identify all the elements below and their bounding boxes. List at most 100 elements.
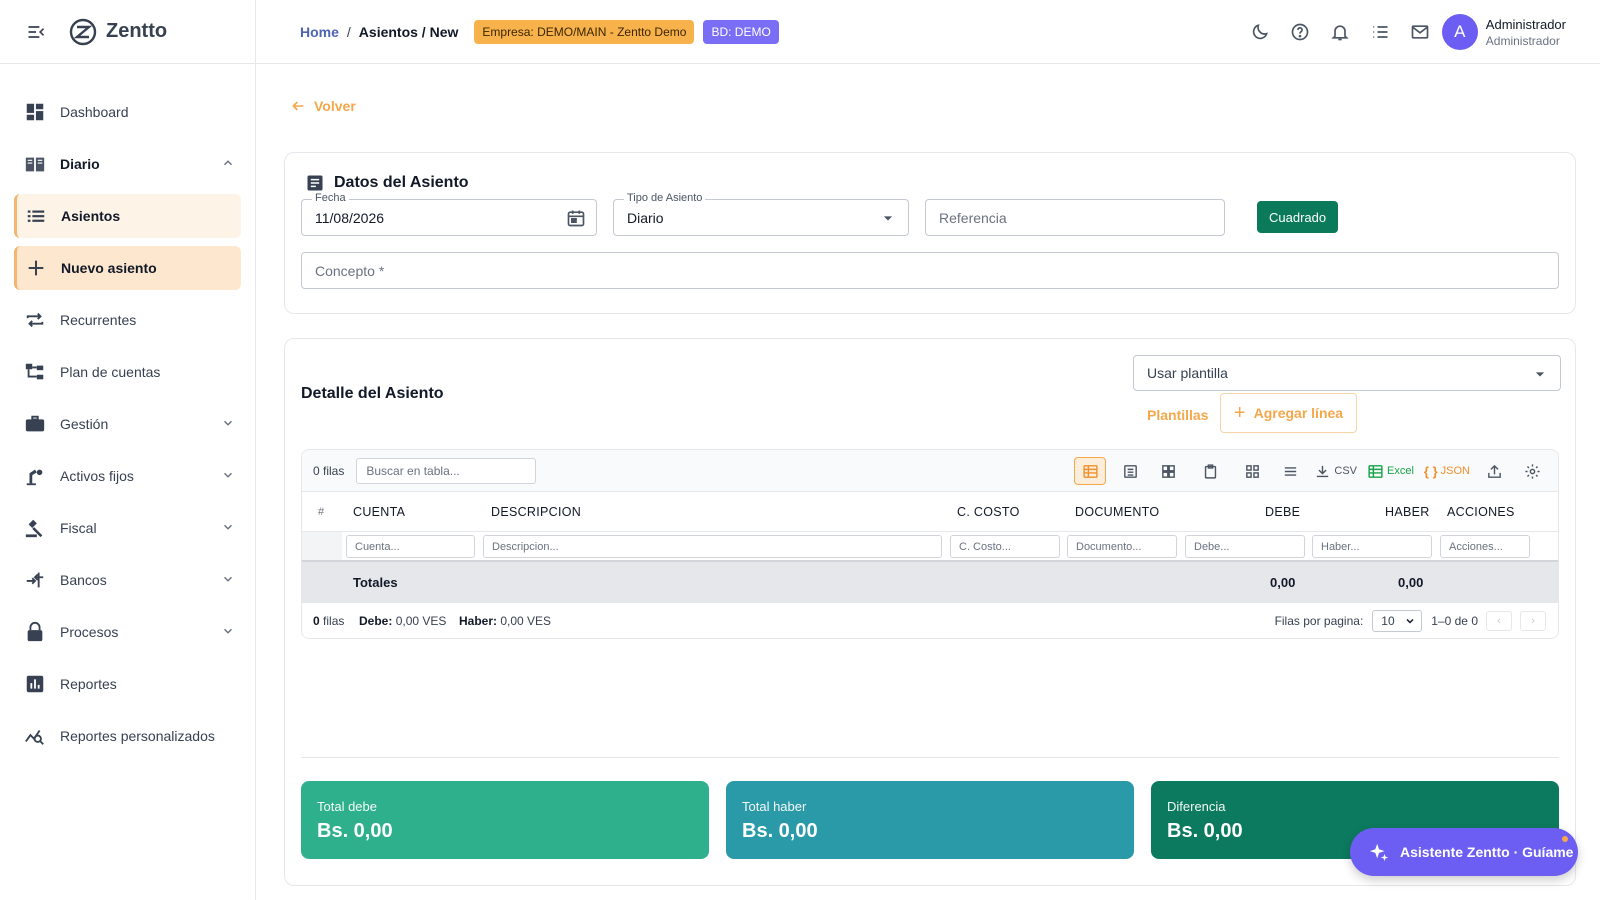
back-button[interactable]: Volver bbox=[290, 98, 356, 114]
cuadrado-status-button[interactable]: Cuadrado bbox=[1257, 201, 1339, 233]
sidebar-item-nuevo-asiento[interactable]: Nuevo asiento bbox=[14, 246, 241, 290]
upload-icon[interactable] bbox=[1480, 457, 1508, 485]
footer-debe: Debe: 0,00 VES bbox=[359, 614, 446, 628]
footer-rows-num: 0 bbox=[313, 614, 320, 628]
sidebar-item-gestion[interactable]: Gestión bbox=[14, 402, 241, 446]
breadcrumb-current: Asientos / New bbox=[358, 23, 459, 40]
concepto-input[interactable]: Concepto * bbox=[301, 252, 1559, 289]
sidebar-nav: Dashboard Diario Asientos Nuevo asiento … bbox=[0, 64, 255, 758]
sidebar-item-plan-de-cuentas[interactable]: Plan de cuentas bbox=[14, 350, 241, 394]
summary-label: Diferencia bbox=[1167, 799, 1226, 814]
brand-name: Zentto bbox=[106, 20, 168, 42]
filter-documento-input[interactable]: Documento... bbox=[1067, 535, 1177, 558]
sidebar-item-asientos[interactable]: Asientos bbox=[14, 194, 241, 238]
clipboard-icon[interactable] bbox=[1196, 457, 1224, 485]
notifications-bell-icon[interactable] bbox=[1330, 22, 1350, 42]
bar-chart-icon bbox=[24, 673, 46, 695]
zentto-logo-icon bbox=[68, 17, 98, 47]
list-view-icon[interactable] bbox=[1116, 457, 1144, 485]
export-excel-button[interactable]: Excel bbox=[1367, 457, 1414, 485]
next-page-button[interactable]: › bbox=[1520, 611, 1546, 631]
avatar[interactable]: A bbox=[1441, 14, 1478, 50]
col-c-costo[interactable]: C. COSTO bbox=[957, 505, 1020, 519]
json-label: JSON bbox=[1440, 465, 1470, 477]
prev-page-button[interactable]: ‹ bbox=[1486, 611, 1512, 631]
menu-collapse-icon[interactable] bbox=[26, 22, 46, 42]
filter-c-costo-input[interactable]: C. Costo... bbox=[950, 535, 1060, 558]
summary-label: Total debe bbox=[317, 799, 377, 814]
col-debe[interactable]: DEBE bbox=[1265, 505, 1300, 519]
entry-detail-card: Detalle del Asiento Usar plantilla Plant… bbox=[284, 338, 1576, 886]
topbar-actions bbox=[1230, 22, 1430, 42]
assistant-button[interactable]: Asistente Zentto · Guíame bbox=[1350, 828, 1578, 876]
excel-label: Excel bbox=[1387, 465, 1414, 477]
export-csv-button[interactable]: CSV bbox=[1314, 457, 1357, 485]
user-menu[interactable]: A Administrador Administrador bbox=[1441, 14, 1566, 50]
template-select-value: Usar plantilla bbox=[1147, 365, 1228, 381]
calendar-icon[interactable] bbox=[566, 208, 586, 228]
plus-icon: + bbox=[1233, 401, 1246, 424]
totals-label: Totales bbox=[353, 575, 398, 590]
breadcrumb-home[interactable]: Home bbox=[300, 24, 339, 40]
rows-per-page-select[interactable]: 10 bbox=[1372, 610, 1423, 632]
referencia-input[interactable]: Referencia bbox=[925, 199, 1225, 236]
mail-icon[interactable] bbox=[1410, 22, 1430, 42]
sidebar-item-diario[interactable]: Diario bbox=[14, 142, 241, 186]
plantillas-button[interactable]: Plantillas bbox=[1147, 407, 1208, 423]
grid-search-placeholder: Buscar en tabla... bbox=[366, 463, 460, 478]
tipo-asiento-value: Diario bbox=[627, 209, 664, 226]
filter-placeholder: Documento... bbox=[1076, 540, 1142, 553]
sidebar-item-label: Recurrentes bbox=[60, 312, 137, 328]
sidebar-item-label: Dashboard bbox=[60, 104, 129, 120]
tipo-asiento-select[interactable]: Tipo de Asiento Diario bbox=[613, 192, 909, 236]
settings-gear-icon[interactable] bbox=[1518, 457, 1546, 485]
database-badge[interactable]: BD: DEMO bbox=[703, 19, 779, 44]
sidebar-item-reportes[interactable]: Reportes bbox=[14, 662, 241, 706]
table-view-icon[interactable] bbox=[1074, 457, 1107, 485]
col-descripcion[interactable]: DESCRIPCION bbox=[491, 505, 581, 519]
sidebar-item-reportes-personalizados[interactable]: Reportes personalizados bbox=[14, 714, 241, 758]
help-icon[interactable] bbox=[1290, 22, 1310, 42]
assistant-label: Asistente Zentto · Guíame bbox=[1400, 844, 1574, 860]
chevron-down-icon bbox=[221, 416, 235, 430]
card-view-icon[interactable] bbox=[1154, 457, 1182, 485]
col-cuenta[interactable]: CUENTA bbox=[353, 505, 405, 519]
template-select[interactable]: Usar plantilla bbox=[1133, 355, 1561, 391]
divider bbox=[301, 757, 1559, 758]
company-badge[interactable]: Empresa: DEMO/MAIN - Zentto Demo bbox=[474, 19, 695, 44]
col-documento[interactable]: DOCUMENTO bbox=[1075, 505, 1159, 519]
col-acciones[interactable]: ACCIONES bbox=[1447, 505, 1515, 519]
totals-debe: 0,00 bbox=[1270, 575, 1296, 590]
grid-search-input[interactable]: Buscar en tabla... bbox=[356, 457, 537, 484]
topbar: Home / Asientos / New Empresa: DEMO/MAIN… bbox=[256, 0, 1600, 64]
referencia-placeholder: Referencia bbox=[939, 209, 1007, 226]
sidebar-item-activos-fijos[interactable]: Activos fijos bbox=[14, 454, 241, 498]
sidebar-item-procesos[interactable]: Procesos bbox=[14, 610, 241, 654]
export-json-button[interactable]: { } JSON bbox=[1424, 457, 1470, 485]
footer-haber: Haber: 0,00 VES bbox=[459, 614, 551, 628]
filter-acciones-input[interactable]: Acciones... bbox=[1440, 535, 1530, 558]
sidebar-item-bancos[interactable]: Bancos bbox=[14, 558, 241, 602]
add-line-button[interactable]: + Agregar línea bbox=[1220, 393, 1357, 433]
caret-down-icon bbox=[1530, 364, 1550, 384]
filter-debe-input[interactable]: Debe... bbox=[1185, 535, 1305, 558]
repeat-icon bbox=[24, 309, 46, 331]
filter-placeholder: Acciones... bbox=[1449, 540, 1503, 553]
sidebar-item-fiscal[interactable]: Fiscal bbox=[14, 506, 241, 550]
fecha-field[interactable]: Fecha 11/08/2026 bbox=[301, 192, 597, 236]
filter-cuenta-input[interactable]: Cuenta... bbox=[346, 535, 475, 558]
filter-haber-input[interactable]: Haber... bbox=[1312, 535, 1432, 558]
sidebar-item-dashboard[interactable]: Dashboard bbox=[14, 90, 241, 134]
grid-toolbar: 0 filas Buscar en tabla... CSV Excel { }… bbox=[302, 450, 1558, 492]
density-icon[interactable] bbox=[1276, 457, 1304, 485]
chevron-down-icon bbox=[221, 520, 235, 534]
user-role: Administrador bbox=[1485, 33, 1560, 48]
sidebar-item-label: Gestión bbox=[60, 416, 109, 432]
sidebar-item-recurrentes[interactable]: Recurrentes bbox=[14, 298, 241, 342]
filter-descripcion-input[interactable]: Descripcion... bbox=[483, 535, 942, 558]
dark-mode-icon[interactable] bbox=[1250, 22, 1270, 42]
grid-totals-row: Totales 0,00 0,00 bbox=[302, 562, 1558, 602]
col-haber[interactable]: HABER bbox=[1385, 505, 1430, 519]
grid-layout-icon[interactable] bbox=[1238, 457, 1266, 485]
tasks-list-icon[interactable] bbox=[1370, 22, 1390, 42]
